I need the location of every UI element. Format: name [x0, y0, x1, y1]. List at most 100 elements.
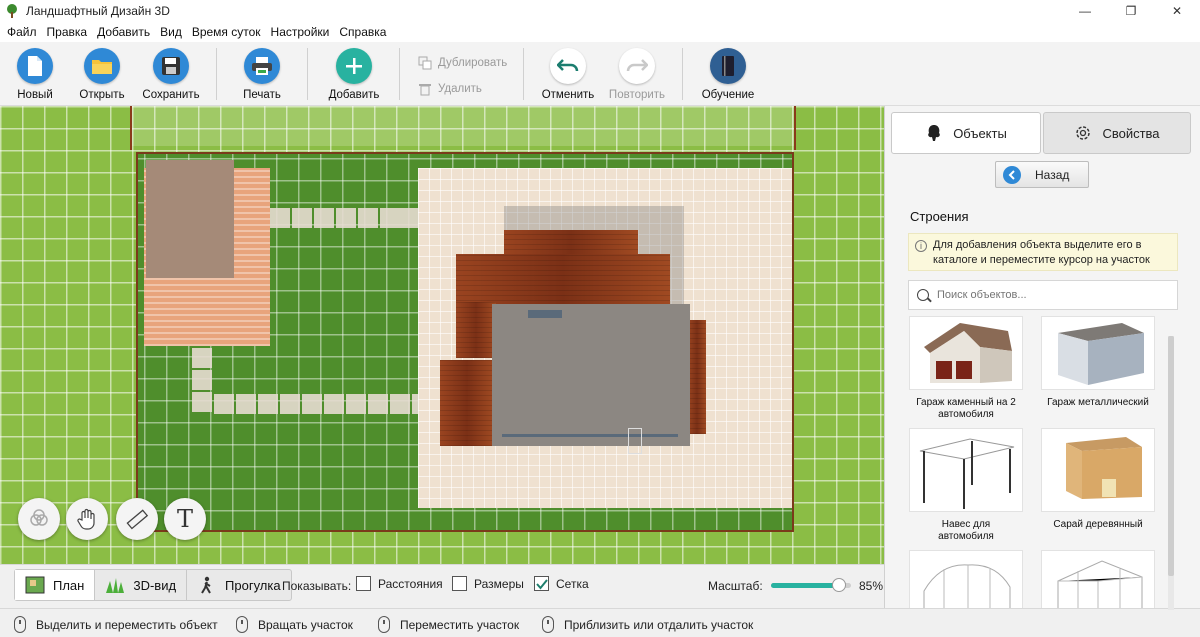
toolbar-separator: [523, 48, 524, 100]
house-roof-segment[interactable]: [456, 254, 670, 306]
stepping-stone: [324, 394, 344, 414]
hint-select-text: Выделить и переместить объект: [36, 617, 218, 632]
item-name: Гараж каменный на 2 автомобиля: [916, 397, 1016, 420]
stepping-stone: [258, 394, 278, 414]
mouse-middle-click-icon: [378, 616, 390, 633]
maximize-button[interactable]: ❐: [1108, 0, 1154, 22]
catalog-item[interactable]: [909, 550, 1023, 608]
tab-3d-view[interactable]: 3D-вид: [95, 570, 188, 600]
menu-view[interactable]: Вид: [155, 25, 187, 39]
tab-plan-label: План: [53, 577, 85, 593]
object-search[interactable]: [908, 280, 1178, 310]
search-icon: [917, 289, 929, 301]
text-tool-button[interactable]: T: [164, 498, 206, 540]
catalog-item[interactable]: Сарай деревянный: [1041, 428, 1155, 531]
checkbox-box: [356, 576, 371, 591]
distances-checkbox[interactable]: Расстояния: [356, 576, 443, 591]
zoom-slider[interactable]: [771, 578, 851, 592]
duplicate-button[interactable]: Дублировать: [418, 56, 507, 70]
distances-label: Расстояния: [378, 576, 443, 591]
stepping-stone: [236, 394, 256, 414]
roof-window: [528, 310, 562, 318]
close-button[interactable]: ✕: [1154, 0, 1200, 22]
zoom-slider-thumb[interactable]: [832, 578, 846, 592]
menu-help[interactable]: Справка: [334, 25, 391, 39]
hint-move: Переместить участок: [378, 616, 519, 633]
ruler-icon: [126, 509, 149, 530]
minimize-button[interactable]: —: [1062, 0, 1108, 22]
arrow-left-icon: [1003, 165, 1021, 184]
save-label: Сохранить: [142, 89, 200, 101]
toolbar: Новый Открыть Сохранить Печать Добавить …: [0, 42, 1200, 106]
layers-tool-button[interactable]: [18, 498, 60, 540]
pan-tool-button[interactable]: [66, 498, 108, 540]
tutorial-button[interactable]: Обучение: [693, 48, 763, 101]
redo-button[interactable]: Повторить: [602, 48, 672, 101]
mouse-left-click-icon: [14, 616, 26, 633]
tab-walk[interactable]: Прогулка: [187, 570, 291, 600]
print-button[interactable]: Печать: [227, 48, 297, 101]
delete-label: Удалить: [438, 83, 482, 95]
tab-walk-label: Прогулка: [225, 577, 281, 593]
item-name: Гараж металлический: [1047, 397, 1149, 408]
menu-add[interactable]: Добавить: [92, 25, 155, 39]
roof-gutter: [502, 434, 678, 437]
catalog-item[interactable]: [1041, 550, 1155, 608]
house-roof-segment[interactable]: [456, 302, 496, 358]
new-document-icon: [17, 48, 53, 84]
info-hint: i Для добавления объекта выделите его в …: [908, 233, 1178, 271]
add-label: Добавить: [328, 89, 380, 101]
hand-icon: [77, 508, 95, 530]
save-button[interactable]: Сохранить: [136, 48, 206, 101]
item-name: Сарай деревянный: [1053, 519, 1143, 530]
objects-panel: Объекты Свойства Назад Строения i Для до…: [884, 106, 1200, 610]
open-folder-icon: [84, 48, 120, 84]
tab-properties[interactable]: Свойства: [1043, 112, 1191, 154]
new-button[interactable]: Новый: [0, 48, 70, 101]
grid-checkbox[interactable]: Сетка: [534, 576, 589, 591]
catalog-item[interactable]: Гараж металлический: [1041, 316, 1155, 409]
tab-plan[interactable]: План: [15, 570, 96, 600]
grid-label: Сетка: [556, 576, 589, 591]
hint-rotate: Вращать участок: [236, 616, 353, 633]
open-button[interactable]: Открыть: [67, 48, 137, 101]
checkbox-box: [452, 576, 467, 591]
hint-move-text: Переместить участок: [400, 617, 520, 632]
stepping-stone: [270, 208, 290, 228]
house-main-roof[interactable]: [492, 304, 690, 446]
menu-settings[interactable]: Настройки: [266, 25, 335, 39]
back-button[interactable]: Назад: [995, 161, 1089, 188]
stepping-stone: [314, 208, 334, 228]
stepping-stone: [192, 392, 212, 412]
plus-icon: [336, 48, 372, 84]
undo-button[interactable]: Отменить: [533, 48, 603, 101]
view-bar: План 3D-вид Прогулка Показывать: Расстоя…: [0, 564, 884, 606]
item-thumbnail: [909, 316, 1023, 390]
plan-canvas[interactable]: T: [0, 106, 884, 564]
house-side-deck[interactable]: [688, 320, 706, 434]
search-input[interactable]: [937, 289, 1167, 301]
plan-map-icon: [25, 576, 45, 594]
scrollbar-thumb[interactable]: [1168, 336, 1174, 576]
gear-icon: [1074, 124, 1092, 142]
hint-zoom-text: Приблизить или отдалить участок: [564, 617, 754, 632]
menu-time-of-day[interactable]: Время суток: [187, 25, 266, 39]
ruler-tool-button[interactable]: [116, 498, 158, 540]
menu-bar: Файл Правка Добавить Вид Время суток Нас…: [0, 22, 1200, 42]
catalog-scrollbar[interactable]: [1167, 336, 1175, 610]
delete-button[interactable]: Удалить: [418, 82, 482, 96]
stepping-stone: [400, 208, 420, 228]
catalog-item[interactable]: Гараж каменный на 2 автомобиля: [909, 316, 1023, 421]
menu-edit[interactable]: Правка: [42, 25, 93, 39]
print-label: Печать: [243, 89, 281, 101]
tab-objects[interactable]: Объекты: [891, 112, 1041, 154]
title-bar: Ландшафтный Дизайн 3D — ❐ ✕: [0, 0, 1200, 22]
house-terrace[interactable]: [440, 360, 494, 446]
catalog-item[interactable]: Навес для автомобиля: [909, 428, 1023, 543]
gazebo-roof[interactable]: [146, 160, 234, 278]
menu-file[interactable]: Файл: [2, 25, 42, 39]
undo-label: Отменить: [541, 89, 595, 101]
toolbar-separator: [216, 48, 217, 100]
dimensions-checkbox[interactable]: Размеры: [452, 576, 524, 591]
add-button[interactable]: Добавить: [319, 48, 389, 101]
